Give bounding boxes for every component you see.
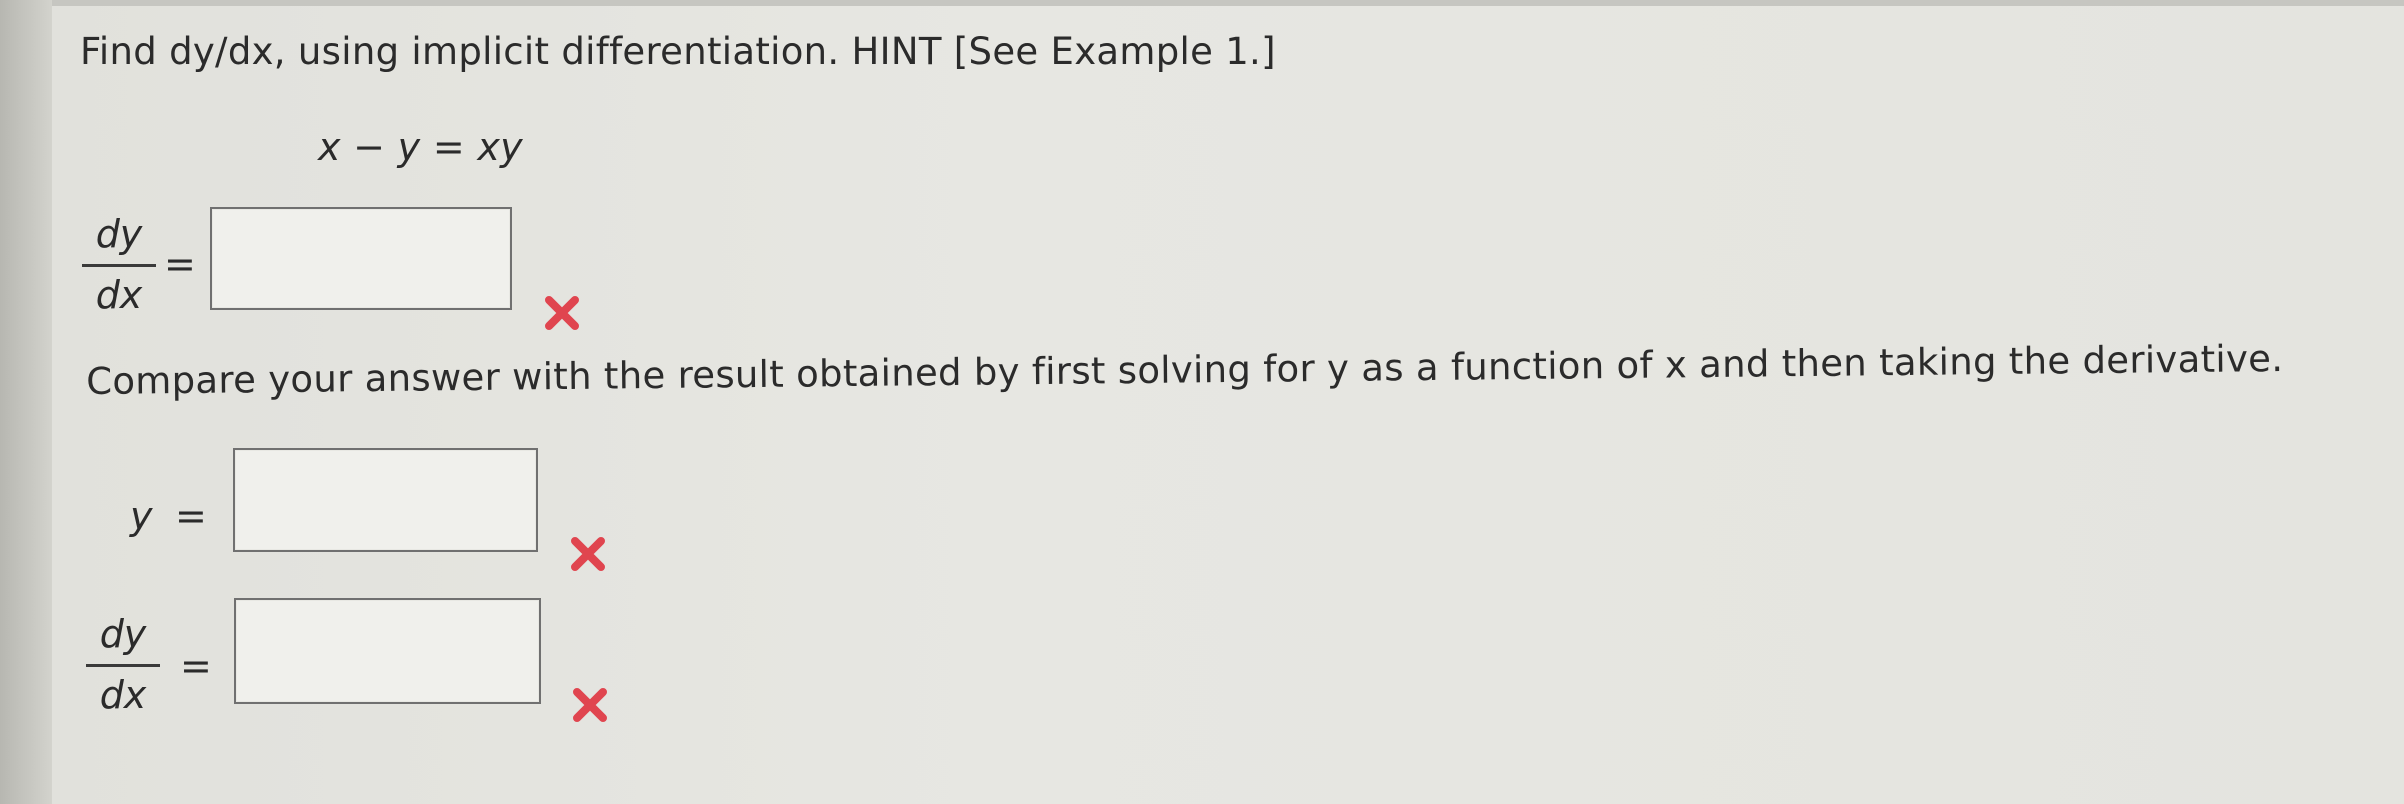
dy-dx-fraction-2: dy dx [86,612,160,718]
equals-sign-3: = [180,644,212,688]
y-answer-input[interactable] [235,450,540,552]
fraction-bar [86,663,160,667]
equals-sign-2: = [175,494,207,538]
fraction-numerator: dy [95,212,143,256]
y-answer-box[interactable] [233,448,540,552]
page-edge [0,0,52,804]
fraction-denominator: dx [99,672,147,717]
derivative-answer-box[interactable] [234,598,543,704]
red-x-icon [573,688,607,722]
fraction-numerator: dy [99,612,147,656]
red-x-icon [571,537,605,571]
dy-dx-fraction-1: dy dx [82,212,156,318]
red-x-icon [545,296,579,330]
dy-dx-answer-box[interactable] [210,207,514,310]
equals-sign-1: = [164,242,196,286]
question-equation: x − y = xy [318,125,523,169]
question-instruction: Find dy/dx, using implicit differentiati… [80,30,1276,73]
fraction-bar [82,263,156,267]
dy-dx-answer-input[interactable] [212,209,514,310]
y-label: y [130,494,153,538]
derivative-answer-input[interactable] [236,600,543,704]
fraction-denominator: dx [95,272,143,317]
